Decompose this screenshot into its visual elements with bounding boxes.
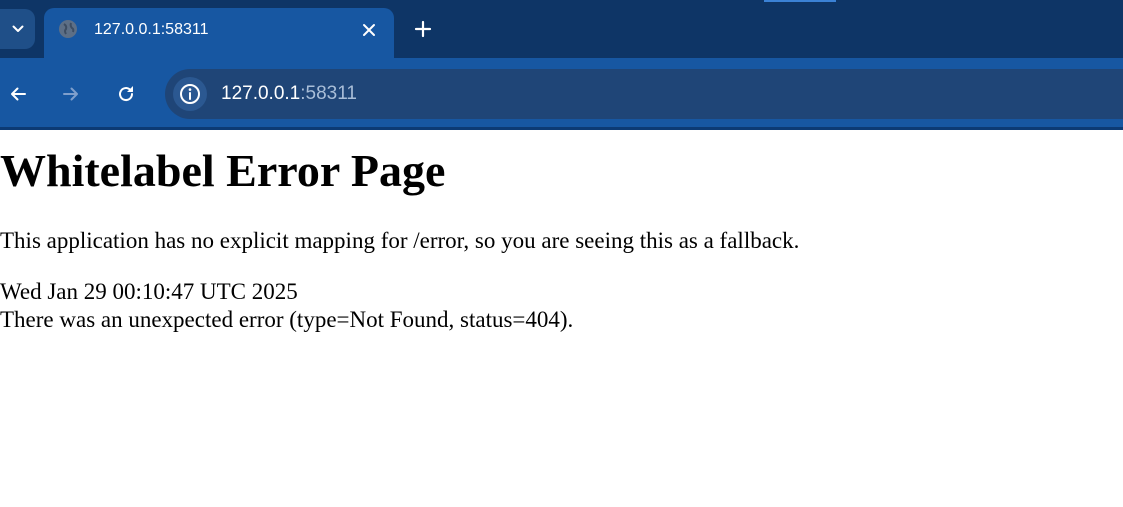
reload-icon	[119, 86, 134, 102]
url-host: 127.0.0.1	[221, 83, 301, 104]
error-description: This application has no explicit mapping…	[0, 228, 800, 253]
reload-button[interactable]	[112, 80, 140, 108]
tab-strip-accent	[764, 0, 836, 2]
address-bar[interactable]: 127.0.0.1:58311	[165, 69, 1123, 119]
info-icon	[180, 84, 200, 104]
tab-title: 127.0.0.1:58311	[94, 21, 209, 38]
url-text[interactable]: 127.0.0.1:58311	[221, 82, 357, 106]
site-info-button[interactable]	[173, 77, 207, 111]
arrow-right-icon	[63, 87, 78, 101]
error-timestamp: Wed Jan 29 00:10:47 UTC 2025	[0, 279, 298, 304]
active-tab[interactable]: 127.0.0.1:58311	[44, 8, 394, 60]
forward-button[interactable]	[57, 80, 85, 108]
tab-search-button[interactable]	[0, 9, 35, 49]
url-port: :58311	[300, 83, 357, 104]
close-icon	[363, 24, 375, 36]
back-button[interactable]	[4, 80, 32, 108]
page-title: Whitelabel Error Page	[0, 145, 446, 196]
plus-icon	[414, 20, 432, 38]
tab-strip: 127.0.0.1:58311	[0, 0, 1123, 60]
browser-toolbar: 127.0.0.1:58311	[0, 58, 1123, 129]
page-content: Whitelabel Error Page This application h…	[0, 130, 1123, 507]
close-tab-button[interactable]	[357, 18, 381, 42]
arrow-left-icon	[11, 87, 26, 101]
new-tab-button[interactable]	[409, 15, 437, 43]
globe-icon	[59, 20, 77, 38]
chevron-down-icon	[12, 25, 23, 32]
error-message: There was an unexpected error (type=Not …	[0, 307, 574, 332]
